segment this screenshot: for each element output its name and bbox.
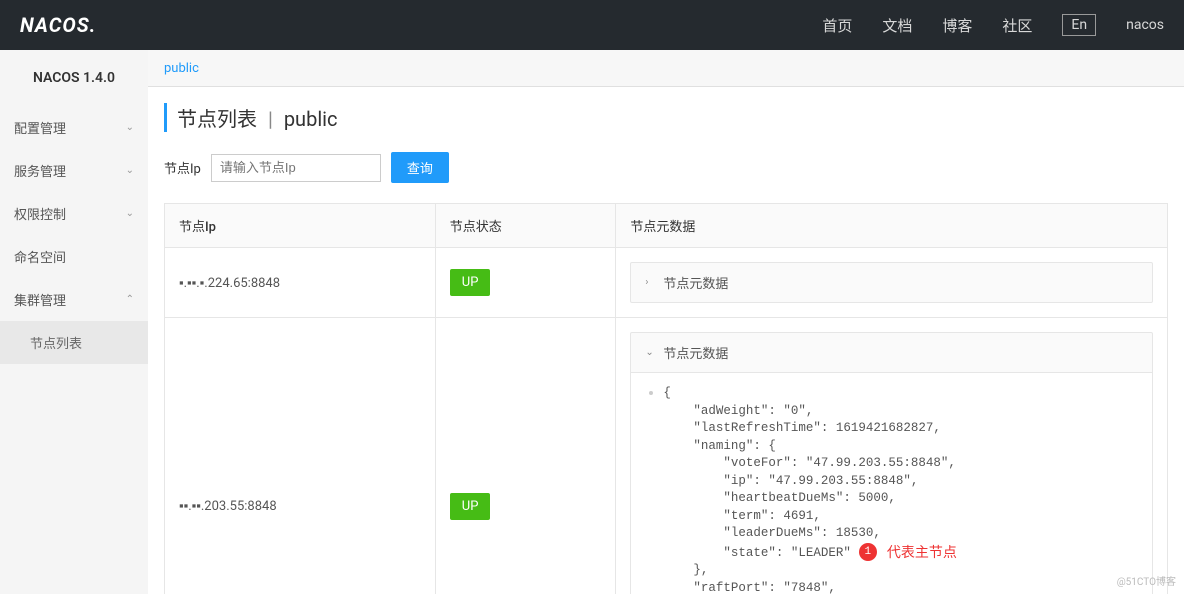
logo-text: NACOS. — [20, 13, 96, 37]
sidebar: NACOS 1.4.0 配置管理 ⌄ 服务管理 ⌄ 权限控制 ⌄ 命名空间 集群… — [0, 50, 148, 594]
sidebar-item-label: 命名空间 — [14, 247, 66, 266]
annotation-badge: 1 — [859, 543, 877, 561]
accordion-header[interactable]: ⌄ 节点元数据 — [631, 333, 1152, 372]
cell-status: UP — [435, 318, 616, 594]
cell-meta: › 节点元数据 — [616, 248, 1168, 318]
status-badge: UP — [450, 493, 491, 520]
accordion-label: 节点元数据 — [663, 273, 728, 292]
chevron-right-icon: › — [645, 277, 655, 288]
search-input[interactable] — [211, 154, 381, 182]
logo: NACOS. — [20, 13, 96, 37]
sidebar-item-label: 服务管理 — [14, 161, 66, 180]
header-nav: 首页 文档 博客 社区 En nacos — [822, 14, 1164, 36]
page-title-ns: public — [284, 107, 338, 131]
page-title-main: 节点列表 — [177, 107, 257, 131]
th-ip: 节点Ip — [165, 204, 436, 248]
status-badge: UP — [450, 269, 491, 296]
chevron-down-icon: ⌄ — [126, 208, 134, 219]
nav-home[interactable]: 首页 — [822, 15, 852, 36]
th-status: 节点状态 — [435, 204, 616, 248]
sidebar-title: NACOS 1.4.0 — [0, 50, 148, 106]
nav-community[interactable]: 社区 — [1002, 15, 1032, 36]
th-meta: 节点元数据 — [616, 204, 1168, 248]
meta-accordion: › 节点元数据 — [630, 262, 1153, 303]
accordion-body: { "adWeight": "0", "lastRefreshTime": 16… — [631, 372, 1152, 594]
main-content: public 节点列表 | public 节点Ip 查询 节点Ip 节点状态 节… — [148, 50, 1184, 594]
meta-json: { "adWeight": "0", "lastRefreshTime": 16… — [663, 385, 1136, 594]
nodes-table: 节点Ip 节点状态 节点元数据 ▪.▪▪.▪.224.65:8848 UP › 节点元… — [164, 203, 1168, 594]
cell-meta: ⌄ 节点元数据 { "adWeight": "0", "lastRefreshTim… — [616, 318, 1168, 594]
chevron-down-icon: ⌄ — [126, 122, 134, 133]
search-button[interactable]: 查询 — [391, 152, 449, 183]
page-title-sep: | — [268, 107, 273, 131]
top-header: NACOS. 首页 文档 博客 社区 En nacos — [0, 0, 1184, 50]
lang-toggle[interactable]: En — [1062, 14, 1096, 36]
user-name[interactable]: nacos — [1126, 17, 1164, 33]
table-row: ▪.▪▪.▪.224.65:8848 UP › 节点元数据 — [165, 248, 1168, 318]
tabs-bar: public — [148, 50, 1184, 87]
sidebar-item-cluster[interactable]: 集群管理 ⌃ — [0, 278, 148, 321]
annotation-text: 代表主节点 — [887, 544, 957, 560]
nav-blog[interactable]: 博客 — [942, 15, 972, 36]
nav-docs[interactable]: 文档 — [882, 15, 912, 36]
sidebar-item-label: 集群管理 — [14, 290, 66, 309]
table-header-row: 节点Ip 节点状态 节点元数据 — [165, 204, 1168, 248]
chevron-up-icon: ⌃ — [126, 294, 134, 305]
chevron-down-icon: ⌄ — [126, 165, 134, 176]
sidebar-item-cluster-nodes[interactable]: 节点列表 — [0, 321, 148, 364]
sidebar-item-service[interactable]: 服务管理 ⌄ — [0, 149, 148, 192]
meta-accordion: ⌄ 节点元数据 { "adWeight": "0", "lastRefreshTim… — [630, 332, 1153, 594]
sidebar-item-auth[interactable]: 权限控制 ⌄ — [0, 192, 148, 235]
sidebar-item-config[interactable]: 配置管理 ⌄ — [0, 106, 148, 149]
accordion-label: 节点元数据 — [663, 343, 728, 362]
search-label: 节点Ip — [164, 158, 201, 177]
cell-ip: ▪.▪▪.▪.224.65:8848 — [165, 248, 436, 318]
sidebar-item-namespace[interactable]: 命名空间 — [0, 235, 148, 278]
cell-status: UP — [435, 248, 616, 318]
chevron-down-icon: ⌄ — [645, 347, 655, 358]
watermark: @51CTO博客 — [1117, 573, 1176, 588]
sidebar-item-label: 权限控制 — [14, 204, 66, 223]
cell-ip: ▪▪.▪▪.203.55:8848 — [165, 318, 436, 594]
search-row: 节点Ip 查询 — [164, 152, 1168, 183]
sidebar-item-label: 配置管理 — [14, 118, 66, 137]
page-title: 节点列表 | public — [164, 103, 1168, 132]
table-row: ▪▪.▪▪.203.55:8848 UP ⌄ 节点元数据 { "adWeight": "… — [165, 318, 1168, 594]
accordion-header[interactable]: › 节点元数据 — [631, 263, 1152, 302]
tab-public[interactable]: public — [164, 61, 199, 76]
